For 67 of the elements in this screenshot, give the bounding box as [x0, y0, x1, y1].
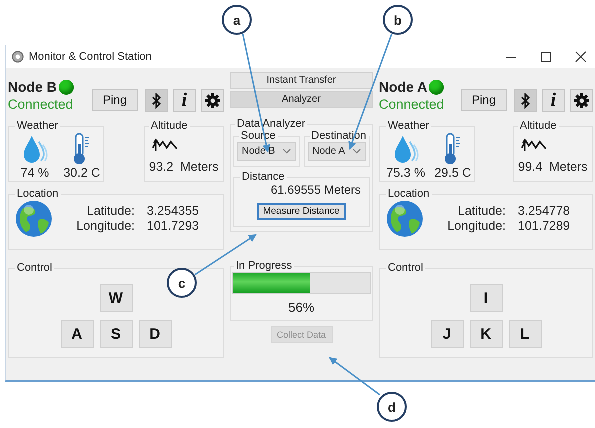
group-title: Distance	[241, 171, 286, 183]
temperature-reading: 29.5 C	[434, 166, 472, 180]
callout-label: a	[222, 5, 252, 35]
ping-button[interactable]: Ping	[461, 89, 507, 111]
progress-reading: 56%	[287, 300, 316, 315]
leader-line	[329, 357, 380, 396]
longitude-value: 101.7289	[518, 219, 572, 234]
info-button[interactable]: i	[173, 89, 196, 112]
group-title: In Progress	[235, 260, 294, 272]
node-name: Node A	[379, 79, 428, 95]
humidity-reading: 75.3 %	[386, 166, 426, 180]
bluetooth-button[interactable]	[514, 89, 537, 112]
group-title: Altitude	[519, 120, 558, 132]
window-title: Monitor & Control Station	[29, 50, 153, 62]
latitude-value: 3.254778	[518, 204, 572, 219]
callout-label: b	[383, 5, 413, 35]
direction-key[interactable]: K	[470, 320, 502, 348]
measure-distance-button[interactable]: Measure Distance	[257, 203, 346, 220]
globe-icon	[386, 200, 424, 238]
bluetooth-icon	[152, 92, 162, 108]
globe-icon	[15, 200, 53, 238]
tab[interactable]: Analyzer	[230, 91, 373, 108]
direction-key[interactable]: D	[138, 320, 172, 348]
settings-button[interactable]	[570, 89, 593, 112]
altitude-reading: 99.4 Meters	[518, 160, 588, 174]
longitude-value: 101.7293	[147, 219, 200, 234]
node-name: Node B	[8, 79, 57, 95]
group-title: Weather	[16, 120, 60, 132]
temperature-reading: 30.2 C	[64, 166, 100, 180]
latitude-label: Latitude:	[86, 204, 135, 219]
ping-button[interactable]: Ping	[92, 89, 138, 111]
altitude-icon	[151, 136, 179, 154]
connection-status: Connected	[379, 97, 444, 112]
longitude-label: Longitude:	[76, 219, 135, 234]
group-title: Data Analyzer	[236, 118, 306, 130]
tab[interactable]: Instant Transfer	[230, 72, 373, 89]
humidity-reading: 74 %	[20, 166, 50, 180]
direction-key[interactable]: L	[508, 320, 542, 348]
direction-key[interactable]: S	[100, 320, 132, 348]
bluetooth-icon	[520, 92, 530, 108]
distance-reading: 61.69555 Meters	[270, 183, 362, 197]
caret-icon	[282, 149, 290, 154]
direction-key[interactable]: A	[60, 320, 94, 348]
group-title: Altitude	[150, 120, 189, 132]
direction-key[interactable]: J	[430, 320, 464, 348]
latitude-value: 3.254355	[147, 204, 200, 219]
direction-key[interactable]: W	[100, 284, 132, 312]
altitude-icon	[520, 136, 548, 154]
source-dropdown[interactable]: Node B	[237, 142, 296, 161]
info-button[interactable]: i	[542, 89, 565, 112]
direction-key[interactable]: I	[470, 284, 502, 312]
settings-button[interactable]	[201, 89, 224, 112]
group-title: Control	[16, 262, 54, 274]
close-icon[interactable]	[575, 50, 587, 62]
altitude-reading: 93.2 Meters	[149, 160, 219, 174]
maximize-icon[interactable]	[540, 50, 552, 62]
group-title: Location	[387, 188, 431, 200]
callout-label: d	[377, 392, 407, 422]
group-title: Weather	[387, 120, 430, 132]
bluetooth-button[interactable]	[145, 89, 168, 112]
connection-status: Connected	[8, 97, 74, 112]
caret-icon	[353, 149, 361, 154]
group-title: Control	[387, 262, 424, 274]
destination-dropdown[interactable]: Node A	[308, 142, 366, 161]
longitude-label: Longitude:	[446, 219, 506, 234]
latitude-label: Latitude:	[457, 204, 506, 219]
group-title: Location	[16, 188, 60, 200]
